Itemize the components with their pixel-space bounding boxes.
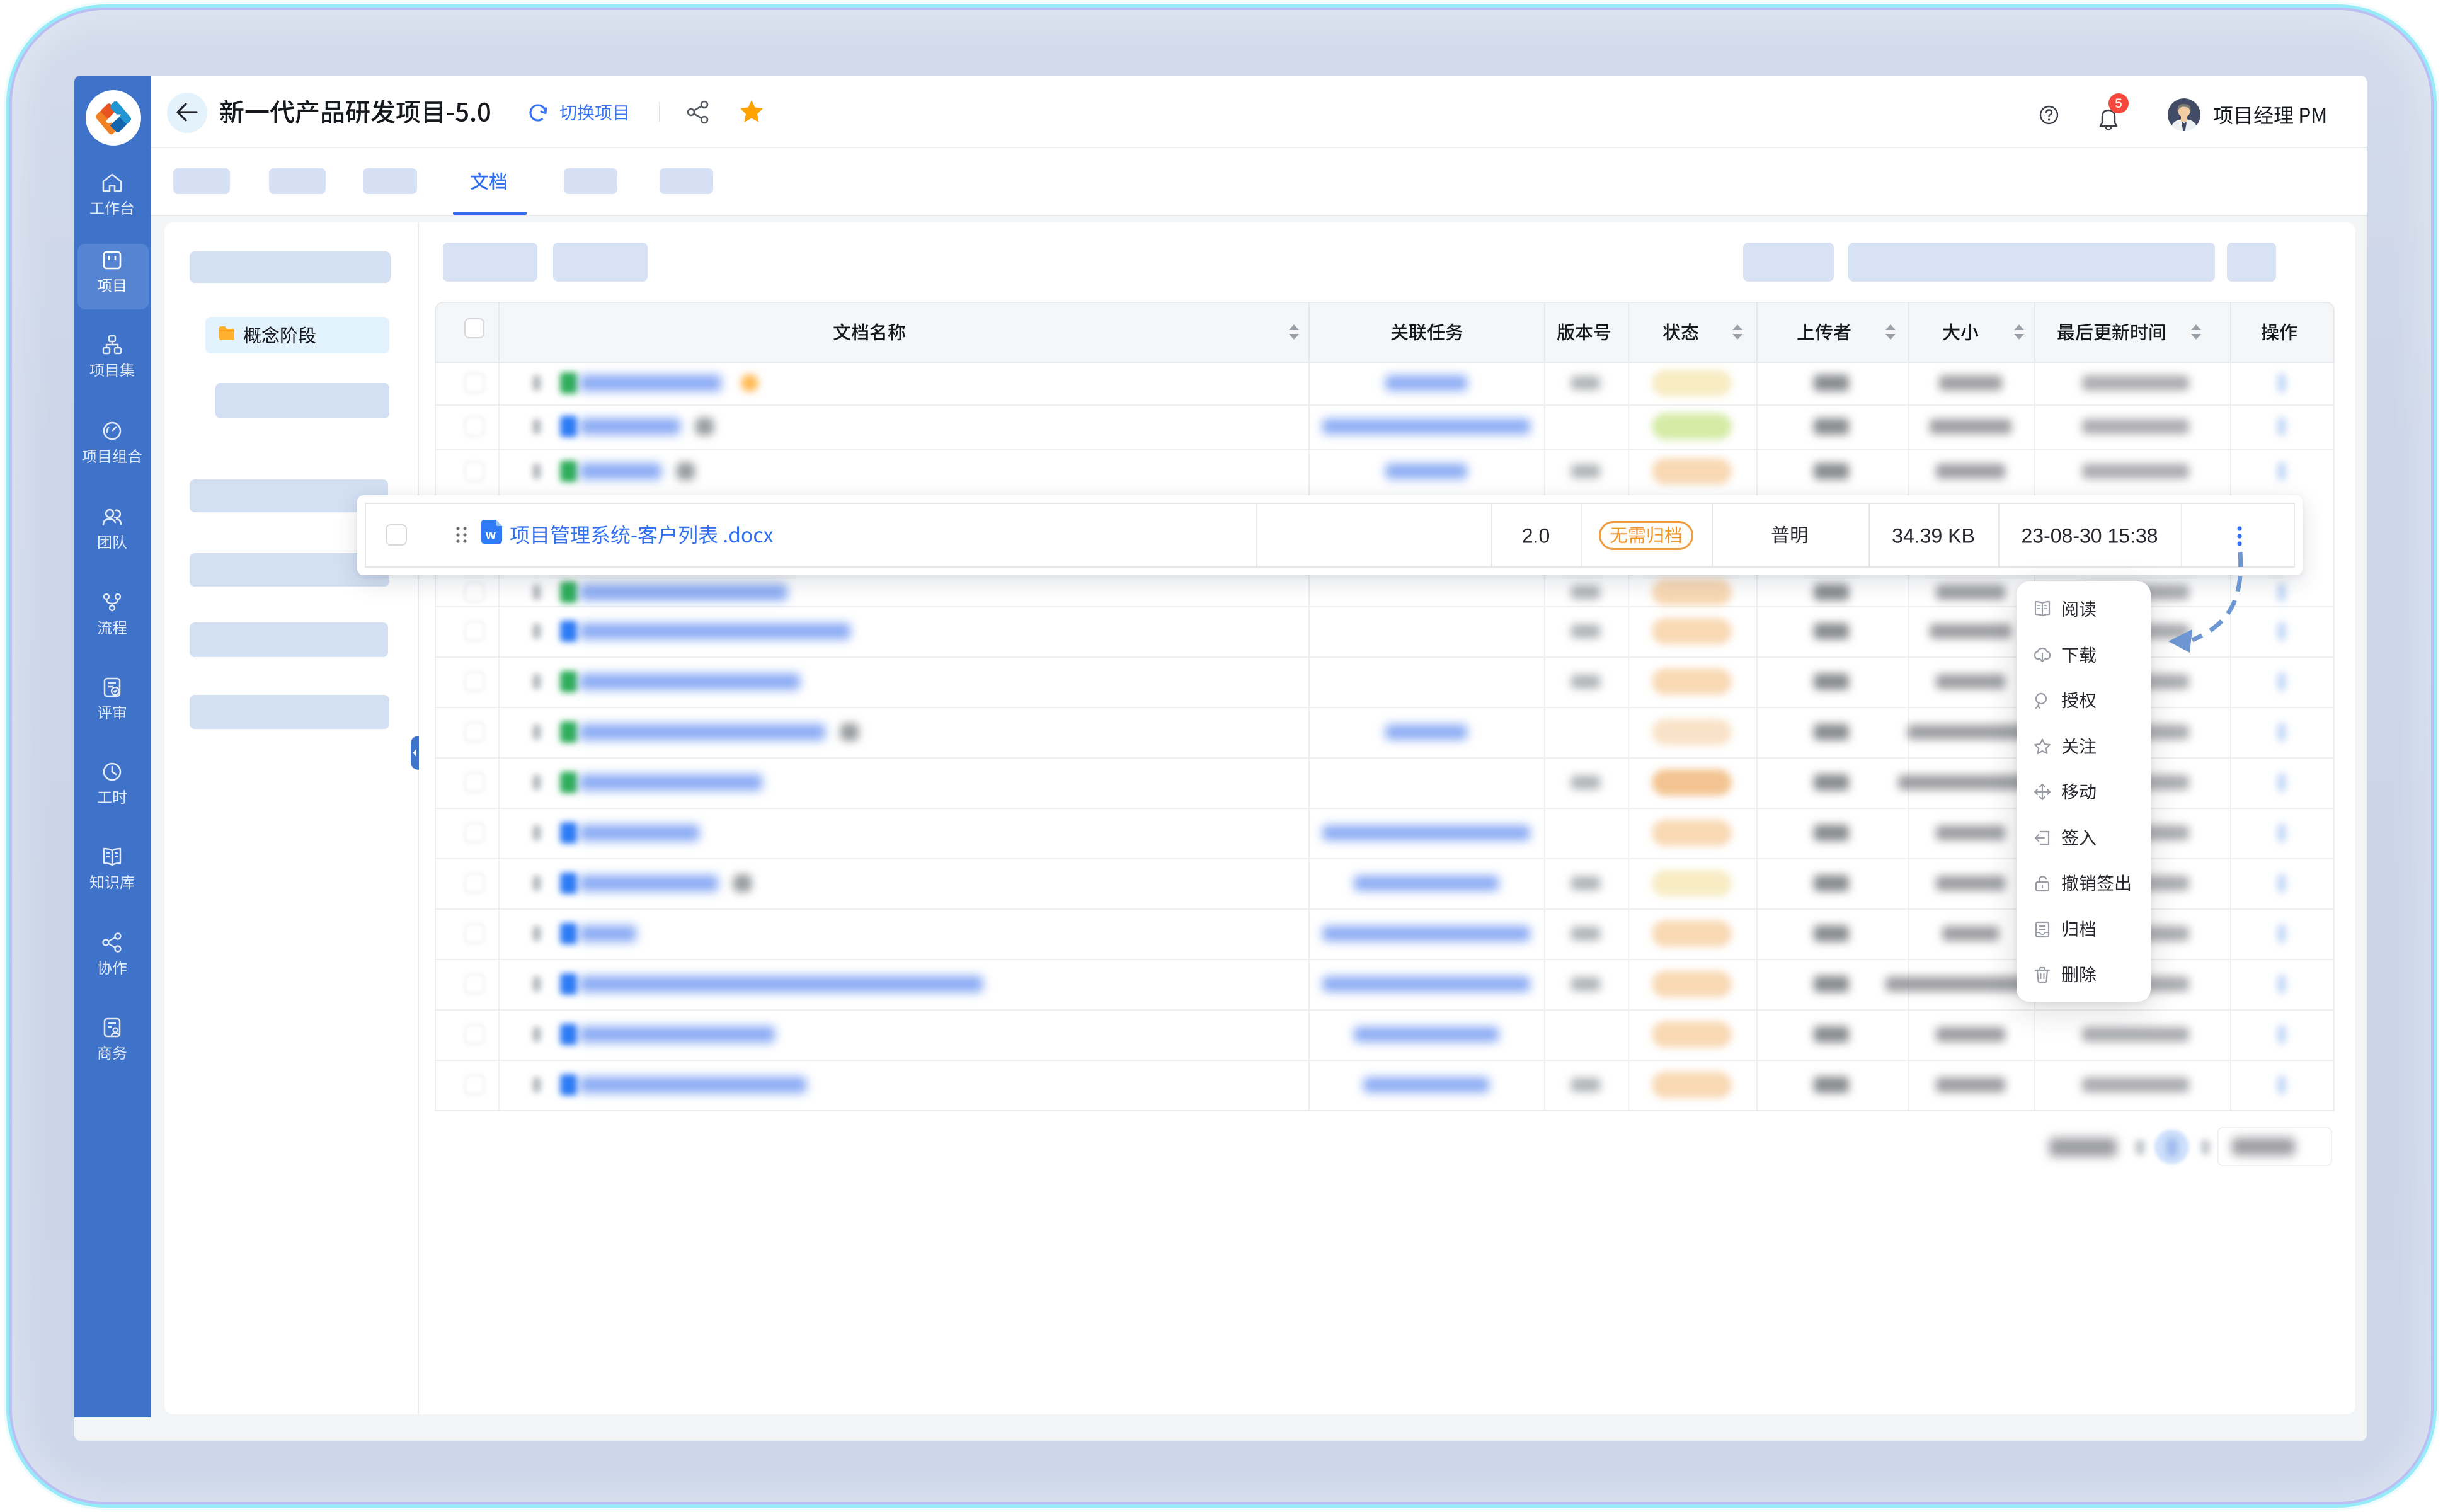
svg-text:w: w [485, 529, 496, 542]
